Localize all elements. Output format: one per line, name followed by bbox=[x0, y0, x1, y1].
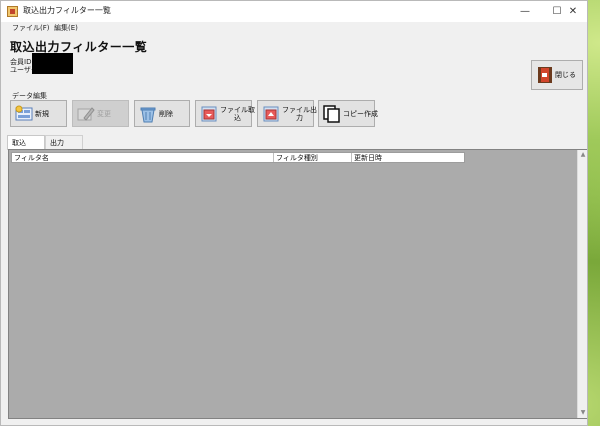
scroll-up-icon[interactable]: ▲ bbox=[578, 150, 587, 160]
column-header-filter-type[interactable]: フィルタ種別 bbox=[274, 153, 352, 162]
copy-create-button-label: コピー作成 bbox=[343, 109, 378, 118]
scroll-down-icon[interactable]: ▼ bbox=[578, 408, 587, 418]
app-icon bbox=[7, 6, 18, 17]
file-export-button[interactable]: ファイル出力 bbox=[257, 100, 317, 127]
menu-bar: ファイル(F) 編集(E) bbox=[1, 22, 587, 35]
filter-grid[interactable]: フィルタ名 フィルタ種別 更新日時 ▲ ▼ bbox=[8, 149, 587, 419]
delete-button[interactable]: 削除 bbox=[134, 100, 190, 127]
title-bar[interactable]: 取込出力フィルター一覧 — ☐ ✕ bbox=[1, 1, 587, 22]
edit-button[interactable]: 変更 bbox=[72, 100, 129, 127]
new-button[interactable]: 新規 bbox=[10, 100, 67, 127]
tab-export[interactable]: 出力 bbox=[45, 135, 83, 149]
window-close-button[interactable]: ✕ bbox=[557, 1, 587, 22]
delete-button-label: 削除 bbox=[159, 109, 173, 118]
file-import-button-label: ファイル取込 bbox=[220, 105, 255, 122]
close-button[interactable]: 閉じる bbox=[531, 60, 583, 90]
file-import-button[interactable]: ファイル取込 bbox=[195, 100, 255, 127]
menu-edit[interactable]: 編集(E) bbox=[54, 23, 78, 33]
redacted-info bbox=[32, 53, 73, 74]
copy-create-button[interactable]: コピー作成 bbox=[318, 100, 378, 127]
copy-icon bbox=[323, 104, 340, 123]
new-record-icon bbox=[15, 105, 33, 120]
edit-record-icon bbox=[77, 106, 95, 121]
close-button-label: 閉じる bbox=[555, 71, 576, 79]
grid-header-row: フィルタ名 フィルタ種別 更新日時 bbox=[11, 152, 465, 163]
new-button-label: 新規 bbox=[35, 109, 49, 118]
exit-door-icon bbox=[538, 67, 552, 83]
edit-button-label: 変更 bbox=[97, 109, 111, 118]
column-header-updated-at[interactable]: 更新日時 bbox=[352, 153, 464, 162]
main-window: 取込出力フィルター一覧 — ☐ ✕ ファイル(F) 編集(E) 取込出力フィルタ… bbox=[0, 0, 588, 426]
file-export-icon bbox=[263, 106, 279, 121]
menu-file[interactable]: ファイル(F) bbox=[12, 23, 50, 33]
vertical-scrollbar[interactable]: ▲ ▼ bbox=[577, 150, 587, 418]
trash-icon bbox=[140, 107, 156, 122]
file-import-icon bbox=[201, 106, 217, 121]
window-title: 取込出力フィルター一覧 bbox=[23, 6, 111, 15]
tab-import[interactable]: 取込 bbox=[7, 135, 45, 150]
file-export-button-label: ファイル出力 bbox=[282, 105, 317, 122]
page-title: 取込出力フィルター一覧 bbox=[10, 40, 148, 54]
minimize-button[interactable]: — bbox=[509, 1, 541, 22]
column-header-filter-name[interactable]: フィルタ名 bbox=[12, 153, 274, 162]
